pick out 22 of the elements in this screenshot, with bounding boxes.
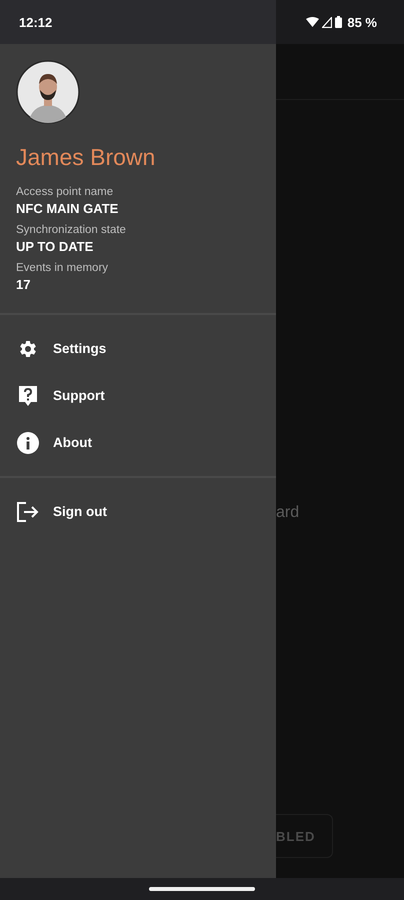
info-icon xyxy=(17,432,39,454)
wifi-icon xyxy=(306,16,320,28)
menu-item[interactable]: Settings xyxy=(0,325,276,372)
avatar xyxy=(16,60,80,124)
info-value: NFC MAIN GATE xyxy=(16,200,120,217)
info-label: Access point name xyxy=(16,185,114,200)
info-value: 17 xyxy=(16,276,32,293)
sign-out-icon xyxy=(17,502,39,522)
info-label: Synchronization state xyxy=(16,223,127,238)
help-icon xyxy=(17,384,39,406)
signal-icon xyxy=(322,16,332,28)
info-value: UP TO DATE xyxy=(16,238,94,255)
menu-item[interactable]: Support xyxy=(0,372,276,419)
battery-icon xyxy=(335,16,342,28)
background-text: ard xyxy=(276,504,300,522)
user-name: James Brown xyxy=(16,144,156,171)
menu-item[interactable]: Sign out xyxy=(0,488,276,535)
home-handle[interactable] xyxy=(149,887,255,891)
battery-level: 85 % xyxy=(347,14,377,30)
info-label: Events in memory xyxy=(16,261,110,276)
menu-item[interactable]: About xyxy=(0,419,276,466)
status-time: 12:12 xyxy=(19,14,52,30)
